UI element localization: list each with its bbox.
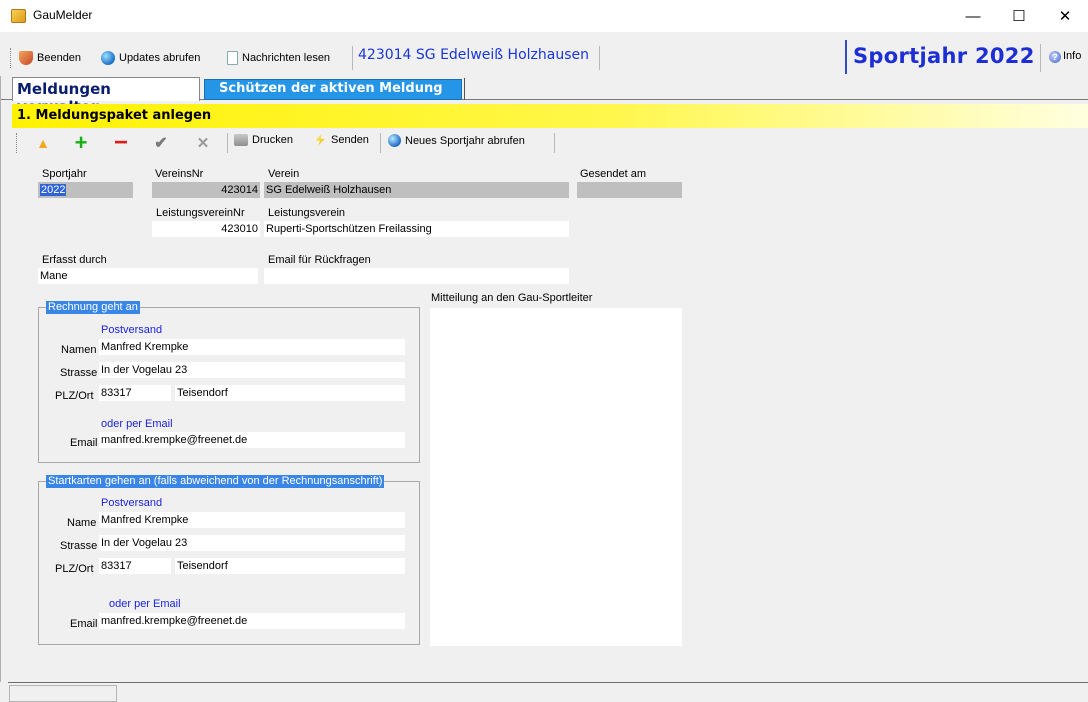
neues-sportjahr-label: Neues Sportjahr abrufen <box>405 134 525 147</box>
globe-icon <box>101 51 115 65</box>
erfasst-field[interactable]: Mane <box>38 268 258 284</box>
rechnung-email-field[interactable]: manfred.krempke@freenet.de <box>99 432 405 448</box>
startkarten-legend: Startkarten gehen an (falls abweichend v… <box>46 475 385 488</box>
startkarten-oder-email: oder per Email <box>109 598 181 610</box>
lightning-icon <box>315 134 325 146</box>
email-rueckfragen-field[interactable] <box>264 268 569 284</box>
document-icon <box>227 51 238 65</box>
startkarten-name-field[interactable]: Manfred Krempke <box>99 512 405 528</box>
startkarten-email-label: Email <box>70 618 98 630</box>
rechnung-email-label: Email <box>70 437 98 449</box>
verein-banner: 423014 SG Edelweiß Holzhausen <box>358 47 589 63</box>
senden-label: Senden <box>331 134 369 146</box>
sportjahr-field[interactable]: 2022 <box>38 182 133 198</box>
erfasst-label: Erfasst durch <box>42 254 107 266</box>
leistungsvereinnr-field[interactable]: 423010 <box>152 221 260 237</box>
startkarten-strasse-field[interactable]: In der Vogelau 23 <box>99 535 405 551</box>
rechnung-postversand: Postversand <box>101 324 163 336</box>
maximize-button[interactable]: ☐ <box>996 0 1042 32</box>
add-icon[interactable]: + <box>70 130 92 155</box>
toolbar-separator <box>554 133 555 153</box>
rechnung-strasse-field[interactable]: In der Vogelau 23 <box>99 362 405 378</box>
gesendet-label: Gesendet am <box>580 168 647 180</box>
section-header: 1. Meldungspaket anlegen <box>12 104 1088 128</box>
leistungsverein-label: Leistungsverein <box>268 207 346 219</box>
drucken-label: Drucken <box>252 134 293 146</box>
nachrichten-button[interactable]: Nachrichten lesen <box>227 47 330 69</box>
minimize-button[interactable]: — <box>950 0 996 32</box>
vereinsnr-label: VereinsNr <box>155 168 204 180</box>
rechnung-legend: Rechnung geht an <box>46 301 140 314</box>
app-icon <box>11 9 26 23</box>
rechnung-namen-label: Namen <box>61 344 97 356</box>
toolbar-grip[interactable] <box>16 133 18 153</box>
toolbar-separator <box>227 133 228 153</box>
neues-sportjahr-button[interactable]: Neues Sportjahr abrufen <box>388 134 525 147</box>
action-toolbar <box>12 128 1088 158</box>
window-edge <box>0 76 1 682</box>
rechnung-oder-email: oder per Email <box>101 418 173 430</box>
leistungsverein-field[interactable]: Ruperti-Sportschützen Freilassing <box>264 221 569 237</box>
close-button[interactable]: ✕ <box>1042 0 1088 32</box>
rechnung-ort-field[interactable]: Teisendorf <box>175 385 405 401</box>
email-rueckfragen-label: Email für Rückfragen <box>268 254 371 266</box>
startkarten-name-label: Name <box>67 517 97 529</box>
startkarten-strasse-label: Strasse <box>60 540 98 552</box>
help-icon[interactable]: ? <box>1049 51 1061 63</box>
vereinsnr-field: 423014 <box>152 182 260 198</box>
startkarten-email-field[interactable]: manfred.krempke@freenet.de <box>99 613 405 629</box>
beenden-button[interactable]: Beenden <box>19 47 81 69</box>
updates-button[interactable]: Updates abrufen <box>101 47 200 69</box>
status-bar-panel <box>9 685 117 702</box>
info-label[interactable]: Info <box>1063 50 1081 62</box>
tab-schuetzen[interactable]: Schützen der aktiven Meldung <box>204 79 462 100</box>
verein-field: SG Edelweiß Holzhausen <box>264 182 569 198</box>
leistungsvereinnr-label: LeistungsvereinNr <box>156 207 245 219</box>
updates-label: Updates abrufen <box>119 52 201 64</box>
toolbar-separator <box>1040 44 1041 72</box>
status-bar-divider <box>8 682 1088 683</box>
senden-button[interactable]: Senden <box>313 134 369 146</box>
tab-separator <box>464 78 465 100</box>
mitteilung-label: Mitteilung an den Gau-Sportleiter <box>431 292 593 304</box>
globe-icon <box>388 134 401 147</box>
up-arrow-icon[interactable]: ▲ <box>32 132 54 154</box>
window-title: GauMelder <box>33 8 93 22</box>
rechnung-plz-field[interactable]: 83317 <box>99 385 171 401</box>
beenden-label: Beenden <box>37 52 82 64</box>
toolbar-separator <box>599 46 600 70</box>
verein-label: Verein <box>268 168 300 180</box>
drucken-button[interactable]: Drucken <box>234 134 293 146</box>
remove-icon[interactable]: − <box>110 129 132 156</box>
toolbar-grip[interactable] <box>10 48 12 68</box>
tab-meldungen-verwalten[interactable]: Meldungen verwalten <box>12 77 200 116</box>
title-bar <box>0 0 1088 32</box>
startkarten-plzort-label: PLZ/Ort <box>55 563 94 575</box>
startkarten-ort-field[interactable]: Teisendorf <box>175 558 405 574</box>
printer-icon <box>234 134 248 146</box>
startkarten-plz-field[interactable]: 83317 <box>99 558 171 574</box>
rechnung-strasse-label: Strasse <box>60 367 98 379</box>
sportjahr-title: Sportjahr 2022 <box>853 44 1035 68</box>
startkarten-postversand: Postversand <box>101 497 163 509</box>
mitteilung-textarea[interactable] <box>430 308 682 646</box>
nachrichten-label: Nachrichten lesen <box>242 52 331 64</box>
sportjahr-value: 2022 <box>40 184 67 196</box>
rechnung-namen-field[interactable]: Manfred Krempke <box>99 339 405 355</box>
sportjahr-label: Sportjahr <box>42 168 87 180</box>
gesendet-field <box>577 182 682 198</box>
toolbar-separator <box>380 133 381 153</box>
toolbar-separator <box>352 46 353 70</box>
cancel-icon[interactable]: ✕ <box>192 132 214 154</box>
exit-icon <box>19 51 33 65</box>
rechnung-plzort-label: PLZ/Ort <box>55 390 94 402</box>
check-icon[interactable]: ✔ <box>150 132 172 154</box>
